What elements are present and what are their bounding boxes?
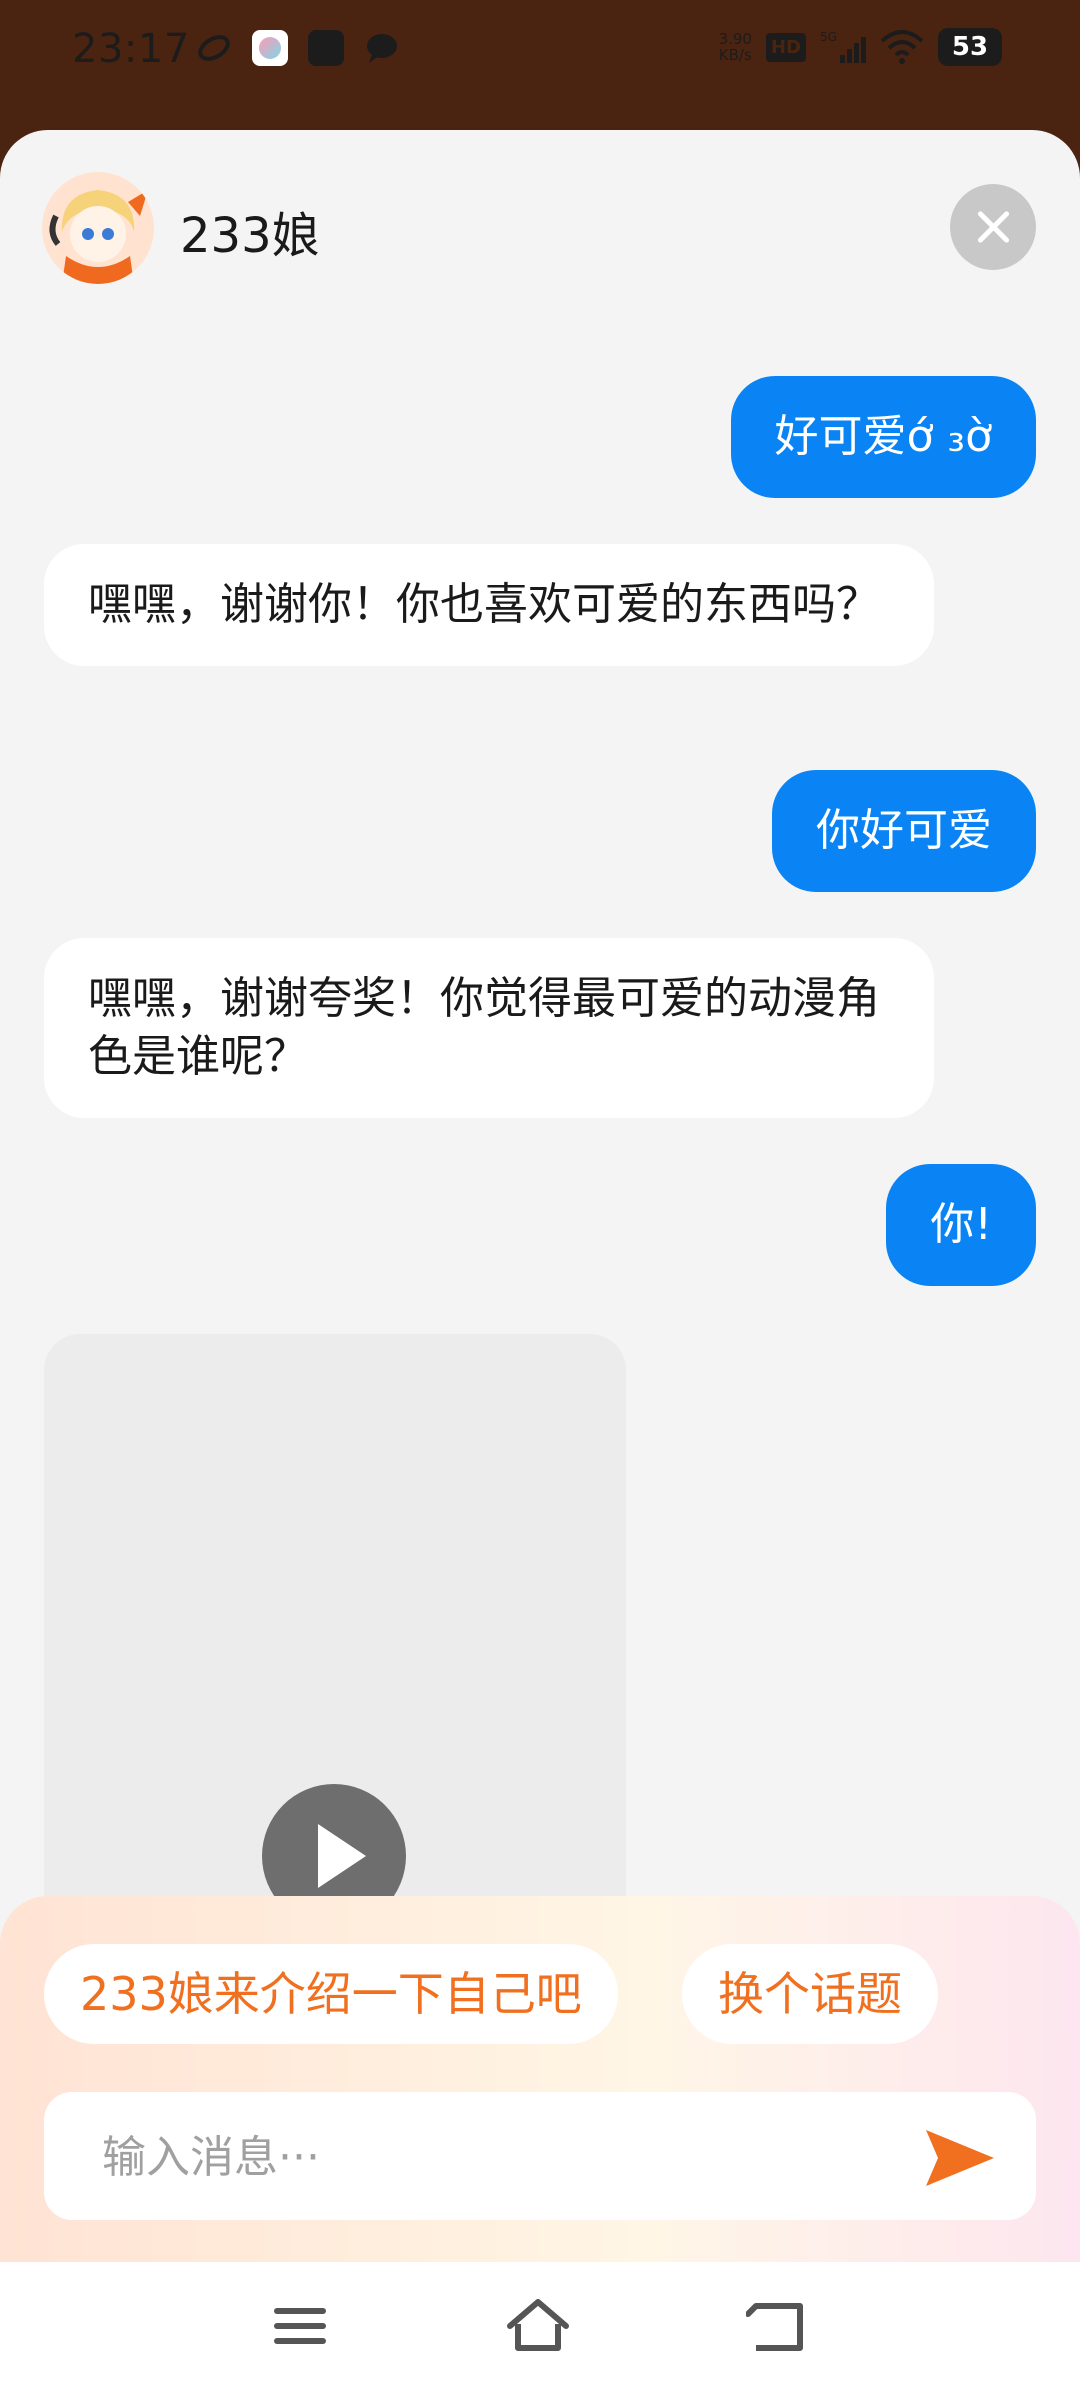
message-input[interactable]: [100, 2092, 884, 2222]
status-bar: 23:17 3.90 KB/s HD 5G 53: [0, 0, 1080, 132]
send-icon[interactable]: [924, 2126, 996, 2190]
message-icon: [367, 34, 397, 63]
menu-icon[interactable]: [268, 2294, 332, 2358]
composer-panel: 233娘来介绍一下自己吧 换个话题: [0, 1896, 1080, 2262]
back-icon[interactable]: [746, 2294, 810, 2358]
user-message: 好可爱ớ ₃ờ: [730, 376, 1036, 498]
chat-title: 233娘: [180, 208, 320, 264]
app-icon: [252, 30, 288, 66]
status-time: 23:17: [72, 26, 190, 72]
user-message: 你!: [886, 1164, 1036, 1286]
avatar-image: [42, 172, 154, 284]
suggestion-chip-change-topic[interactable]: 换个话题: [682, 1944, 938, 2044]
system-indicators: 3.90 KB/s HD 5G 53: [719, 28, 1002, 66]
message-input-box: [44, 2092, 1036, 2222]
avatar: [42, 172, 154, 284]
close-button[interactable]: [950, 184, 1036, 270]
shopping-bag-icon: [308, 30, 344, 66]
net-speed: 3.90 KB/s: [719, 31, 752, 63]
wifi-icon: [880, 30, 924, 64]
home-icon[interactable]: [506, 2294, 570, 2358]
net-speed-unit: KB/s: [718, 46, 752, 64]
signal-icon: 5G: [820, 30, 866, 63]
hd-badge: HD: [765, 32, 806, 62]
net-speed-value: 3.90: [718, 30, 752, 48]
video-message-card[interactable]: [44, 1334, 626, 1934]
chat-sheet: 233娘 好可爱ớ ₃ờ 嘿嘿，谢谢你！你也喜欢可爱的东西吗？ 你好可爱 嘿嘿，…: [0, 130, 1080, 2388]
notification-icons: [196, 30, 400, 66]
suggestion-chip-intro[interactable]: 233娘来介绍一下自己吧: [44, 1944, 618, 2044]
system-nav-bar: [0, 2262, 1080, 2388]
bot-message: 嘿嘿，谢谢你！你也喜欢可爱的东西吗？: [44, 544, 934, 666]
network-label: 5G: [820, 30, 837, 44]
user-message: 你好可爱: [772, 770, 1036, 892]
sync-icon: [198, 35, 230, 61]
battery-indicator: 53: [938, 28, 1002, 66]
bot-message: 嘿嘿，谢谢夸奖！你觉得最可爱的动漫角色是谁呢？: [44, 938, 934, 1118]
